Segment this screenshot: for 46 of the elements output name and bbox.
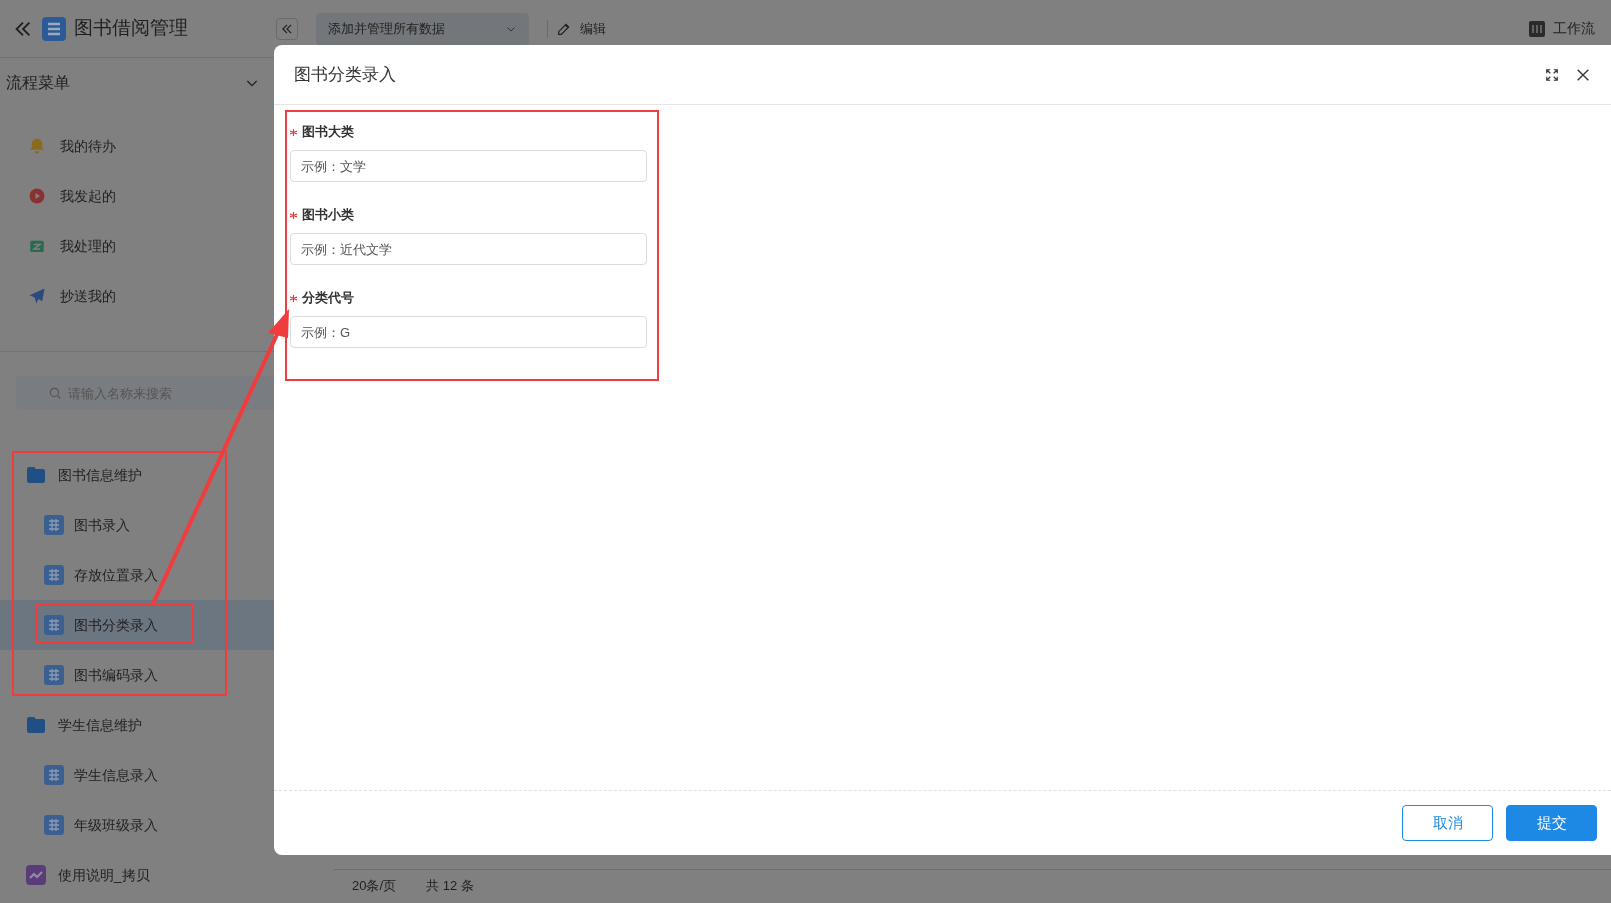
workflow-button[interactable]: 工作流	[1529, 18, 1595, 39]
field-label: 图书大类	[302, 123, 354, 142]
double-chevron-left-icon	[280, 21, 294, 36]
process-menu-item[interactable]: 抄送我的	[0, 271, 290, 321]
folder-icon	[26, 466, 46, 484]
play-icon	[28, 187, 46, 205]
data-select[interactable]: 添加并管理所有数据	[316, 12, 529, 45]
table-icon	[44, 665, 64, 685]
edit-button[interactable]: 编辑	[556, 18, 606, 39]
cancel-button[interactable]: 取消	[1402, 805, 1493, 841]
input-field[interactable]: 示例：文学	[290, 150, 647, 182]
process-menu-item[interactable]: 我的待办	[0, 121, 290, 171]
submit-button[interactable]: 提交	[1506, 805, 1597, 841]
chart-icon	[26, 865, 46, 885]
tree-folder[interactable]: 图书信息维护	[0, 450, 290, 500]
app-logo-icon	[42, 16, 66, 41]
tree-item[interactable]: 学生信息录入	[0, 750, 290, 800]
field-label: 图书小类	[302, 206, 354, 225]
tree-item[interactable]: 存放位置录入	[0, 550, 290, 600]
fullscreen-icon[interactable]	[1545, 67, 1559, 82]
table-icon	[44, 765, 64, 785]
table-icon	[44, 565, 64, 585]
tree-folder[interactable]: 使用说明_拷贝	[0, 850, 290, 900]
workflow-icon	[1529, 20, 1545, 37]
tree-folder[interactable]: 学生信息维护	[0, 700, 290, 750]
folder-icon	[26, 716, 46, 734]
app-title: 图书借阅管理	[74, 16, 188, 41]
tree-item[interactable]: 图书编码录入	[0, 650, 290, 700]
bell-icon	[28, 137, 46, 155]
input-field[interactable]: 示例：G	[290, 316, 647, 348]
search-icon	[48, 386, 62, 400]
table-icon	[44, 815, 64, 835]
tree-item[interactable]: 年级班级录入	[0, 800, 290, 850]
table-icon	[44, 615, 64, 635]
total-count: 共 12 条	[426, 877, 474, 896]
tree-item[interactable]: 图书录入	[0, 500, 290, 550]
menu-section-title: 流程菜单	[6, 73, 70, 93]
paper-plane-icon	[28, 287, 46, 305]
table-icon	[44, 515, 64, 535]
dialog-title: 图书分类录入	[294, 63, 396, 86]
process-menu-item[interactable]: 我发起的	[0, 171, 290, 221]
field-label: 分类代号	[302, 289, 354, 308]
input-field[interactable]: 示例：近代文学	[290, 233, 647, 265]
process-menu-item[interactable]: 我处理的	[0, 221, 290, 271]
page-size-select[interactable]: 20条/页	[352, 876, 397, 896]
collapse-button[interactable]	[276, 17, 298, 40]
